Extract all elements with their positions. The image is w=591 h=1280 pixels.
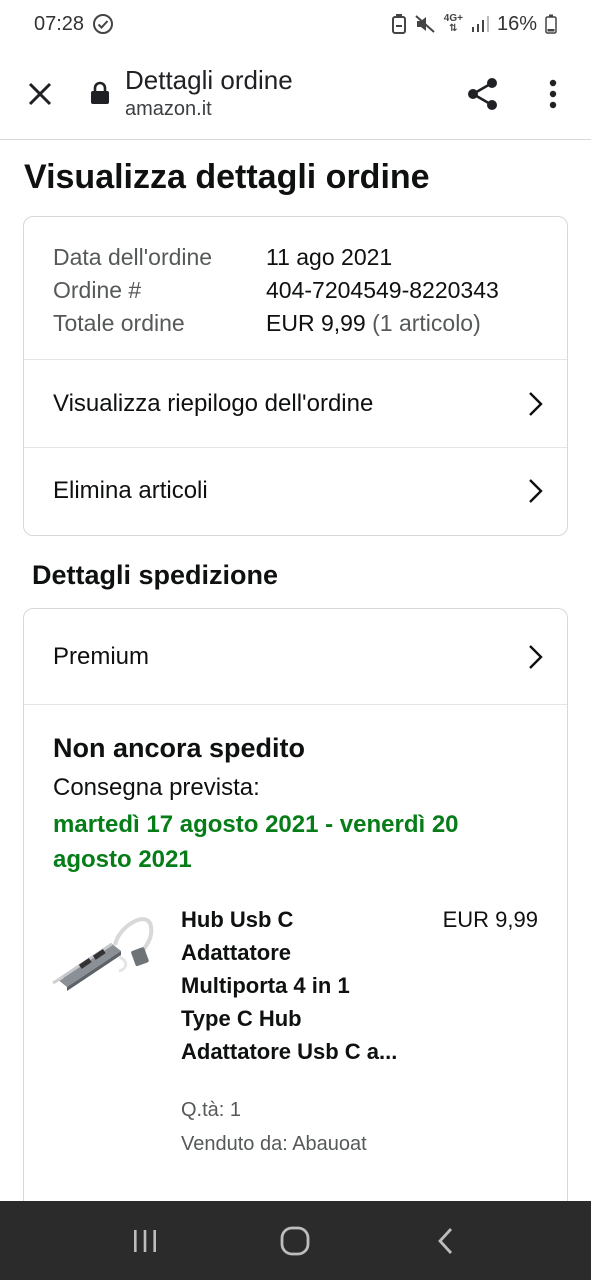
chevron-right-icon: [525, 643, 545, 671]
order-summary: Data dell'ordine 11 ago 2021 Ordine # 40…: [24, 217, 567, 360]
battery-percent: 16%: [496, 12, 537, 35]
status-bar: 07:28 4G+ ⇅ 16%: [0, 0, 591, 48]
more-vert-icon[interactable]: [538, 74, 568, 114]
product-seller: Venduto da: Abauoat: [181, 1133, 367, 1155]
delivery-label: Consegna prevista:: [53, 774, 260, 801]
product-title[interactable]: Hub Usb C Adattatore Multiporta 4 in 1 T…: [181, 903, 401, 1068]
toolbar-host: amazon.it: [125, 98, 212, 120]
delivery-date: martedì 17 agosto 2021 - venerdì 20 agos…: [53, 811, 459, 873]
summary-value: 404-7204549-8220343: [266, 277, 499, 303]
status-left: 07:28: [34, 13, 114, 36]
link-label: Elimina articoli: [53, 477, 208, 504]
total-amount: EUR 9,99: [266, 310, 366, 336]
summary-row-date: Data dell'ordine 11 ago 2021: [53, 241, 538, 274]
status-time: 07:28: [34, 12, 85, 35]
summary-row-order-number: Ordine # 404-7204549-8220343: [53, 274, 538, 307]
view-order-summary-link[interactable]: Visualizza riepilogo dell'ordine: [24, 360, 567, 447]
back-icon[interactable]: [416, 1211, 476, 1271]
summary-label: Ordine #: [53, 277, 142, 303]
toolbar-title: Dettagli ordine: [125, 65, 293, 95]
order-item: Hub Usb C Adattatore Multiporta 4 in 1 T…: [52, 903, 538, 1173]
chevron-right-icon: [525, 477, 545, 505]
summary-label: Data dell'ordine: [53, 244, 213, 270]
mute-icon: [414, 14, 436, 34]
summary-label: Totale ordine: [53, 310, 185, 336]
chevron-right-icon: [525, 390, 545, 418]
home-icon[interactable]: [265, 1211, 325, 1271]
network-arrows-icon: ⇅: [449, 23, 458, 34]
system-nav-bar: [0, 1201, 591, 1280]
shipment-details: Non ancora spedito Consegna prevista: ma…: [24, 705, 567, 1173]
summary-row-total: Totale ordine EUR 9,99 (1 articolo): [53, 307, 538, 340]
check-circle-icon: [92, 13, 114, 35]
order-summary-card: Data dell'ordine 11 ago 2021 Ordine # 40…: [23, 216, 568, 536]
delete-items-link[interactable]: Elimina articoli: [24, 447, 567, 534]
shipping-section-title: Dettagli spedizione: [32, 560, 279, 590]
lock-icon: [90, 81, 112, 105]
battery-icon: [545, 14, 557, 34]
network-icon: 4G+ ⇅: [444, 14, 463, 34]
product-image[interactable]: [49, 907, 157, 1003]
product-price: EUR 9,99: [442, 907, 538, 932]
status-right: 4G+ ⇅ 16%: [391, 12, 557, 36]
shipping-method: Premium: [53, 642, 150, 670]
product-quantity: Q.tà: 1: [181, 1099, 242, 1121]
summary-value-total: EUR 9,99 (1 articolo): [266, 307, 481, 340]
share-icon[interactable]: [464, 74, 502, 114]
link-label: Visualizza riepilogo dell'ordine: [53, 389, 374, 417]
toolbar-titles[interactable]: Dettagli ordine amazon.it: [125, 64, 293, 122]
shipping-method-link[interactable]: Premium: [24, 609, 567, 705]
battery-saver-icon: [391, 14, 406, 34]
summary-value: 11 ago 2021: [266, 244, 393, 270]
recents-icon[interactable]: [115, 1211, 175, 1271]
total-item-count: (1 articolo): [372, 310, 481, 336]
shipment-status: Non ancora spedito: [53, 733, 306, 763]
shipping-card: Premium Non ancora spedito Consegna prev…: [23, 608, 568, 1218]
close-icon[interactable]: [22, 76, 58, 112]
browser-toolbar: Dettagli ordine amazon.it: [0, 48, 591, 140]
signal-icon: [471, 15, 489, 33]
page-title: Visualizza dettagli ordine: [24, 158, 430, 196]
